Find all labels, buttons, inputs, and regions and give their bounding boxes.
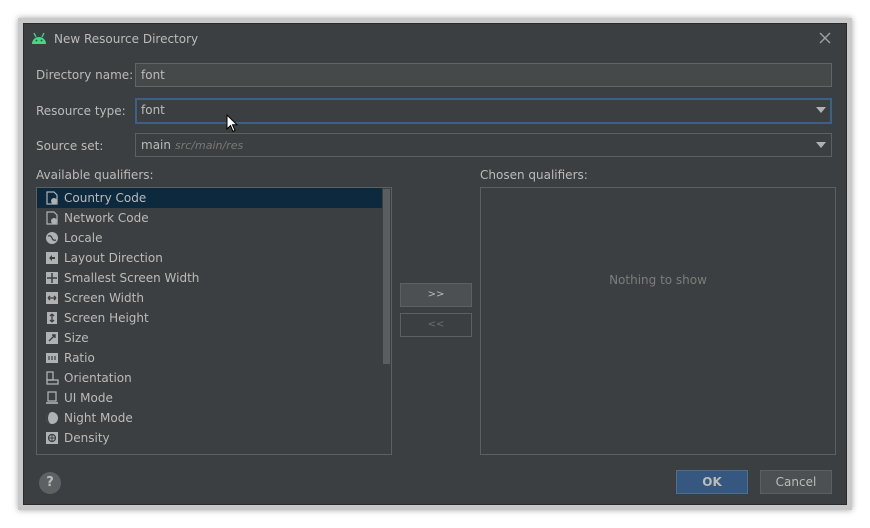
source-set-dropdown[interactable]: main src/main/res — [135, 133, 832, 157]
chevron-down-icon — [816, 107, 826, 113]
sim-card-icon — [46, 211, 58, 225]
title-bar: New Resource Directory — [24, 24, 846, 54]
remove-qualifier-button[interactable]: << — [400, 313, 472, 337]
available-qualifiers-list[interactable]: Country Code Network Code Locale Layout … — [36, 187, 392, 455]
list-item[interactable]: Orientation — [37, 368, 382, 388]
layout-direction-icon — [46, 252, 58, 264]
list-item[interactable]: Night Mode — [37, 408, 382, 428]
list-item[interactable]: Size — [37, 328, 382, 348]
list-item-label: Screen Width — [64, 291, 144, 305]
dialog-title: New Resource Directory — [54, 32, 199, 46]
help-button[interactable]: ? — [39, 472, 61, 494]
scrollbar-thumb[interactable] — [383, 189, 390, 364]
list-item-label: Network Code — [64, 211, 149, 225]
resource-type-value: font — [141, 103, 165, 117]
mouse-cursor-icon — [226, 114, 239, 133]
ok-button[interactable]: OK — [676, 470, 748, 494]
directory-name-label: Directory name: — [36, 68, 134, 82]
list-item[interactable]: Network Code — [37, 208, 382, 228]
new-resource-directory-dialog: New Resource Directory Directory name: f… — [23, 23, 847, 505]
empty-state-text: Nothing to show — [609, 273, 707, 287]
list-item-label: Ratio — [64, 351, 95, 365]
globe-icon — [46, 232, 58, 244]
list-item-label: Night Mode — [64, 411, 133, 425]
list-item[interactable]: Country Code — [37, 188, 382, 208]
directory-name-field[interactable]: font — [135, 63, 832, 87]
list-item-label: UI Mode — [64, 391, 113, 405]
orientation-icon — [46, 371, 59, 385]
list-item[interactable]: Locale — [37, 228, 382, 248]
list-item[interactable]: Ratio — [37, 348, 382, 368]
list-item-label: Smallest Screen Width — [64, 271, 200, 285]
add-qualifier-button[interactable]: >> — [400, 283, 472, 307]
smallest-width-icon — [46, 272, 58, 284]
list-item[interactable]: Density — [37, 428, 382, 448]
source-set-value: main — [141, 138, 171, 152]
chosen-qualifiers-label: Chosen qualifiers: — [480, 168, 588, 182]
list-item-label: Orientation — [64, 371, 132, 385]
ratio-icon — [46, 353, 58, 363]
list-item-label: Size — [64, 331, 89, 345]
list-item-label: Layout Direction — [64, 251, 163, 265]
list-item-label: Screen Height — [64, 311, 149, 325]
scrollbar-track[interactable] — [382, 188, 391, 454]
screen-width-icon — [46, 292, 58, 304]
available-qualifiers-label: Available qualifiers: — [36, 168, 154, 182]
sim-card-icon — [46, 191, 58, 205]
night-mode-icon — [46, 412, 58, 424]
list-item[interactable]: Screen Width — [37, 288, 382, 308]
chosen-qualifiers-list[interactable]: Nothing to show — [480, 187, 836, 455]
density-icon — [46, 432, 58, 444]
source-set-label: Source set: — [36, 139, 104, 153]
close-icon[interactable] — [816, 29, 834, 47]
list-item[interactable]: Screen Height — [37, 308, 382, 328]
screen-height-icon — [47, 312, 57, 324]
list-item-label: Country Code — [64, 191, 147, 205]
list-item-label: Density — [64, 431, 110, 445]
android-icon — [32, 32, 46, 44]
resource-type-label: Resource type: — [36, 104, 126, 118]
chevron-down-icon — [816, 142, 826, 148]
cancel-button[interactable]: Cancel — [760, 470, 832, 494]
ui-mode-icon — [46, 391, 58, 404]
size-icon — [46, 332, 58, 344]
list-item-label: Locale — [64, 231, 103, 245]
list-item[interactable]: Smallest Screen Width — [37, 268, 382, 288]
list-item[interactable]: UI Mode — [37, 388, 382, 408]
source-set-path: src/main/res — [174, 139, 244, 152]
list-item[interactable]: Layout Direction — [37, 248, 382, 268]
